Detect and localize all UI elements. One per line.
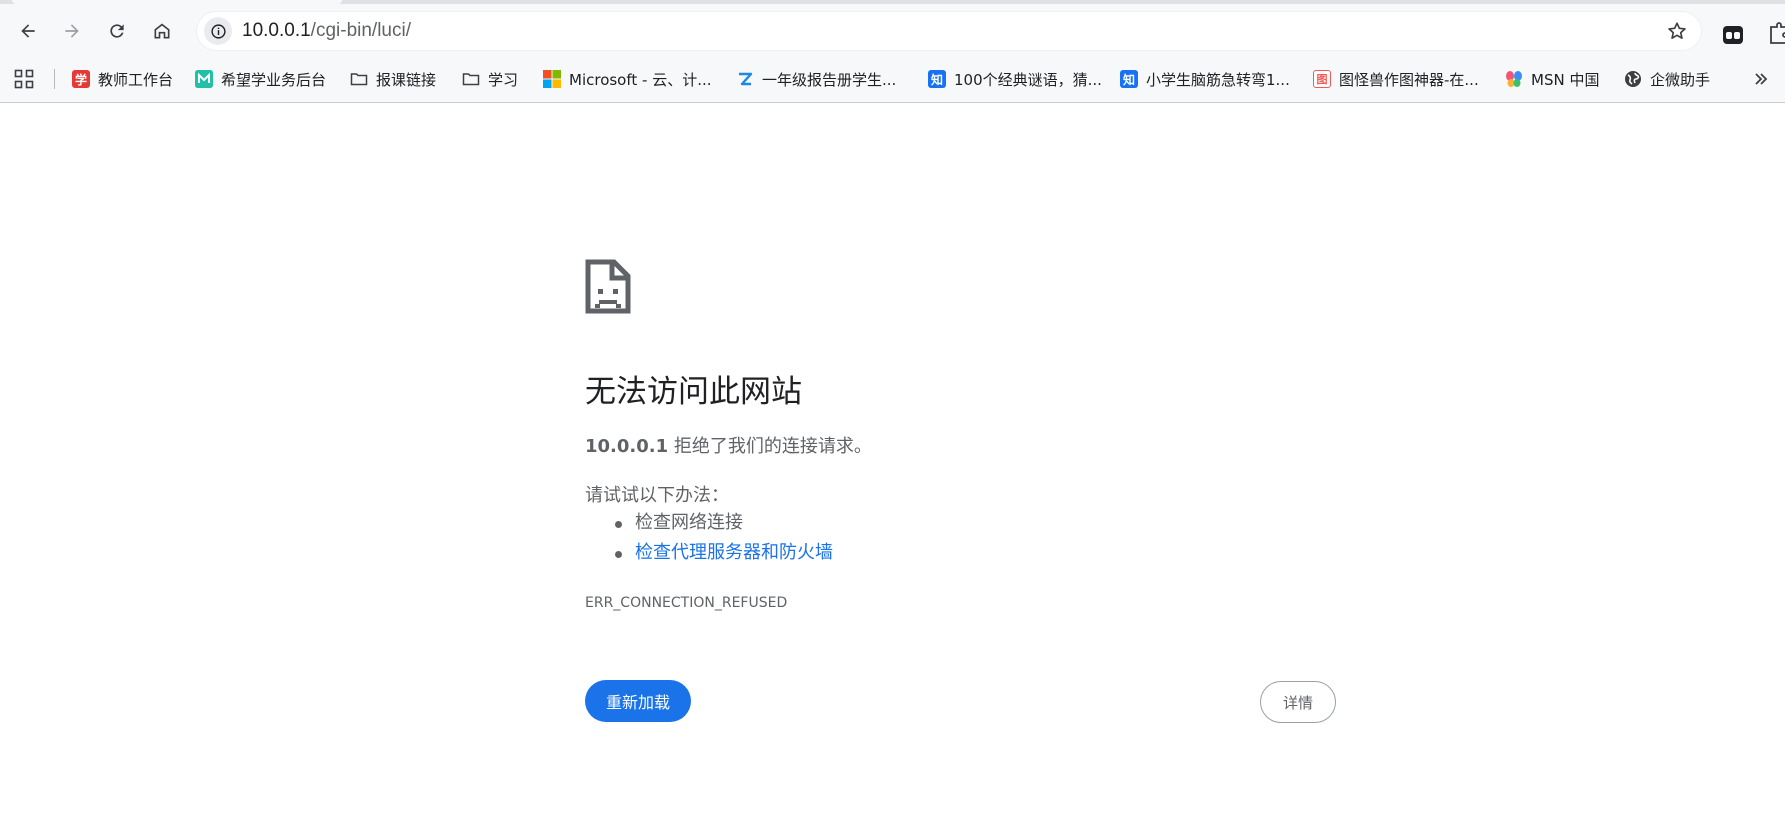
suggestion-check-proxy-link[interactable]: 检查代理服务器和防火墙 xyxy=(585,540,833,570)
bookmark-item[interactable]: 学 教师工作台 xyxy=(72,67,173,91)
extensions-puzzle-icon[interactable] xyxy=(1768,22,1785,46)
bookmark-label: 希望学业务后台 xyxy=(221,70,327,89)
chevron-double-right-icon[interactable] xyxy=(1751,69,1771,89)
folder-icon xyxy=(350,70,368,88)
bookmark-label: MSN 中国 xyxy=(1531,70,1600,89)
url-text[interactable]: 10.0.0.1/cgi-bin/luci/ xyxy=(242,20,411,42)
error-description: 10.0.0.1 拒绝了我们的连接请求。 xyxy=(585,432,872,458)
suggestions-list: 检查网络连接 检查代理服务器和防火墙 xyxy=(585,510,833,570)
bookmark-label: 学习 xyxy=(488,70,519,89)
arrow-right-icon xyxy=(65,24,79,38)
bookmark-label: Microsoft - 云、计... xyxy=(569,70,712,89)
msn-butterfly-icon xyxy=(1505,70,1523,88)
refresh-button[interactable] xyxy=(101,15,133,47)
bookmark-label: 教师工作台 xyxy=(98,70,174,89)
reload-button[interactable]: 重新加载 xyxy=(585,680,691,722)
url-host: 10.0.0.1 xyxy=(242,20,311,41)
bookmarks-separator xyxy=(54,69,55,89)
bookmark-label: 报课链接 xyxy=(376,70,437,89)
bookmark-item[interactable]: Microsoft - 云、计... xyxy=(543,67,712,91)
microsoft-icon xyxy=(543,70,561,88)
zhihu-icon: 知 xyxy=(928,70,946,88)
globe-icon xyxy=(1624,70,1642,88)
bookmark-label: 企微助手 xyxy=(1650,70,1711,89)
tuguaishou-icon: 图 xyxy=(1313,70,1331,88)
error-title: 无法访问此网站 xyxy=(585,374,802,410)
site-info-button[interactable] xyxy=(204,17,232,45)
forward-button[interactable] xyxy=(56,15,88,47)
error-message: 拒绝了我们的连接请求。 xyxy=(668,436,872,457)
bookmark-label: 100个经典谜语，猜... xyxy=(954,70,1102,89)
bookmark-label: 小学生脑筋急转弯1... xyxy=(1146,70,1290,89)
zhihu-icon: 知 xyxy=(1120,70,1138,88)
bookmark-item[interactable]: 企微助手 xyxy=(1624,67,1710,91)
suggestions-heading: 请试试以下办法： xyxy=(585,485,729,506)
home-icon xyxy=(154,23,170,39)
error-host: 10.0.0.1 xyxy=(585,436,669,457)
url-path: /cgi-bin/luci/ xyxy=(310,20,411,41)
error-code: ERR_CONNECTION_REFUSED xyxy=(585,595,788,611)
extension-icon[interactable] xyxy=(1722,24,1744,46)
info-icon xyxy=(210,23,226,39)
bookmark-item[interactable]: 一年级报告册学生... xyxy=(736,67,896,91)
bookmark-item[interactable]: 希望学业务后台 xyxy=(195,67,326,91)
xiwang-icon xyxy=(195,70,213,88)
suggestion-check-network: 检查网络连接 xyxy=(585,510,833,540)
bookmark-item[interactable]: 知 小学生脑筋急转弯1... xyxy=(1120,67,1290,91)
z-logo-icon xyxy=(736,70,754,88)
arrow-left-icon xyxy=(21,24,35,38)
bookmark-item[interactable]: MSN 中国 xyxy=(1505,67,1599,91)
bookmark-item[interactable]: 图 图怪兽作图神器-在... xyxy=(1313,67,1479,91)
home-button[interactable] xyxy=(146,15,178,47)
address-bar[interactable]: 10.0.0.1/cgi-bin/luci/ xyxy=(196,11,1702,51)
details-button[interactable]: 详情 xyxy=(1260,681,1336,723)
bookmark-folder[interactable]: 报课链接 xyxy=(350,67,436,91)
folder-icon xyxy=(462,70,480,88)
bookmarks-bar: 学 教师工作台 希望学业务后台 报课链接 学习 Microsoft - 云、计.… xyxy=(0,57,1785,103)
xue-icon: 学 xyxy=(72,70,90,88)
refresh-icon xyxy=(110,24,124,38)
back-button[interactable] xyxy=(12,15,44,47)
bookmark-label: 图怪兽作图神器-在... xyxy=(1339,70,1479,89)
sad-document-icon xyxy=(585,259,631,314)
apps-grid-icon[interactable] xyxy=(14,69,34,89)
bookmark-label: 一年级报告册学生... xyxy=(762,70,897,89)
browser-toolbar: 10.0.0.1/cgi-bin/luci/ xyxy=(0,4,1785,57)
bookmark-item[interactable]: 知 100个经典谜语，猜... xyxy=(928,67,1102,91)
bookmark-star-icon[interactable] xyxy=(1666,20,1688,42)
bookmark-folder[interactable]: 学习 xyxy=(462,67,518,91)
